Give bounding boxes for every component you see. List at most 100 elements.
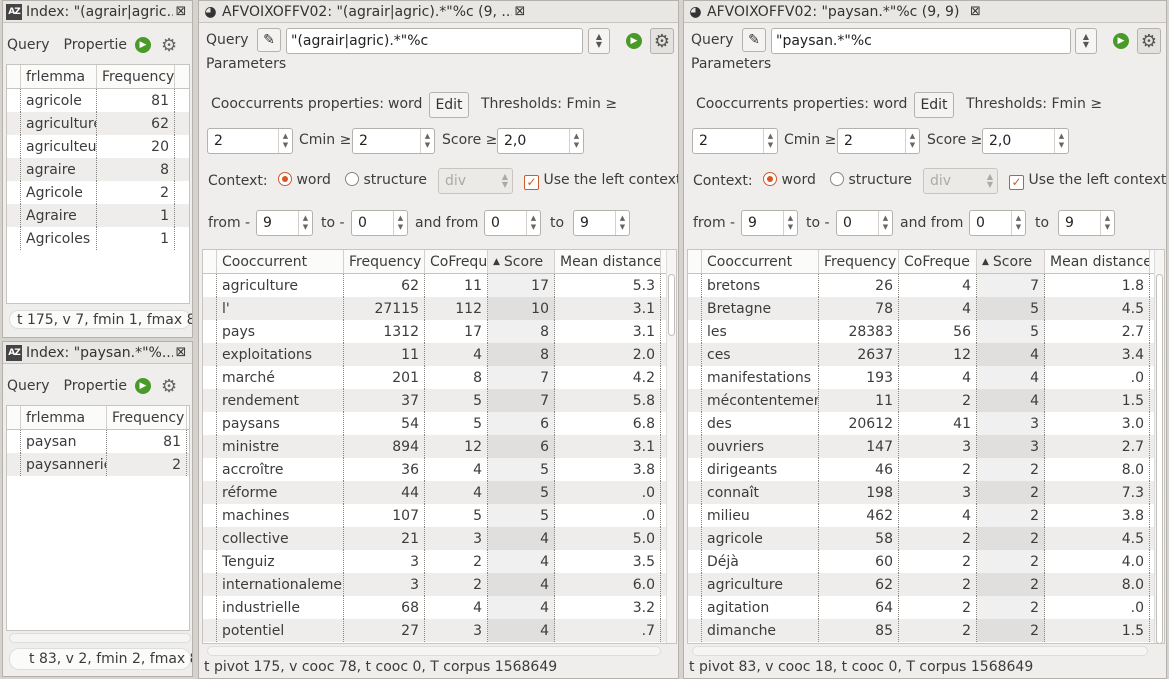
scrollbar-thumb[interactable] <box>668 274 675 336</box>
to-spinner[interactable]: 0 ▲ ▼ <box>836 210 893 236</box>
and-from-spinner[interactable]: 0 ▲ ▼ <box>484 210 541 236</box>
vertical-scrollbar[interactable] <box>1154 250 1164 643</box>
settings-gear-icon[interactable]: ⚙ <box>650 28 674 54</box>
run-play-icon[interactable]: ▶ <box>135 378 152 394</box>
column-header-cooccurrent[interactable]: Cooccurrent <box>702 250 819 273</box>
spinner-arrows[interactable]: ▲ ▼ <box>878 211 892 235</box>
table-row[interactable]: agriculture 62 <box>7 112 189 135</box>
table-row[interactable]: internationalement 3 2 4 6.0 <box>203 573 676 596</box>
spinner-arrows[interactable]: ▲ ▼ <box>278 129 292 153</box>
to2-spinner[interactable]: 9 ▲ ▼ <box>1058 210 1115 236</box>
spinner-arrows[interactable]: ▲ ▼ <box>1011 211 1025 235</box>
settings-gear-icon[interactable]: ⚙ <box>1137 28 1161 54</box>
table-row[interactable]: connaît 198 3 2 7.3 <box>688 481 1164 504</box>
gear-icon[interactable]: ⚙ <box>159 35 179 56</box>
table-row[interactable]: ministre 894 12 6 3.1 <box>203 435 676 458</box>
horizontal-scrollbar[interactable] <box>9 633 191 643</box>
structure-select[interactable]: div ▲ ▼ <box>923 168 998 194</box>
table-row[interactable]: Bretagne 78 4 5 4.5 <box>688 297 1164 320</box>
spinner-arrows[interactable]: ▲ ▼ <box>615 211 629 235</box>
cooc-tab-1[interactable]: ◕ AFVOIXOFFV02: "(agrair|agric).*"%c (9,… <box>199 1 678 23</box>
table-row[interactable]: paysannerie 2 <box>7 453 189 476</box>
table-row[interactable]: agricole 81 <box>7 89 189 112</box>
table-row[interactable]: exploitations 11 4 8 2.0 <box>203 343 676 366</box>
table-row[interactable]: des 20612 41 3 3.0 <box>688 412 1164 435</box>
query-input[interactable]: "(agrair|agric).*"%c <box>286 28 583 54</box>
run-play-icon[interactable]: ▶ <box>626 33 642 49</box>
table-row[interactable]: pays 1312 17 8 3.1 <box>203 320 676 343</box>
left-context-checkbox[interactable]: ✓ Use the left context <box>524 172 678 190</box>
column-header-frequency[interactable]: Frequency <box>344 250 425 273</box>
table-row[interactable]: Agraire 1 <box>7 204 189 227</box>
column-header-cooccurrent[interactable]: Cooccurrent <box>217 250 344 273</box>
run-play-icon[interactable]: ▶ <box>1113 33 1129 49</box>
table-row[interactable]: paysans 54 5 6 6.8 <box>203 412 676 435</box>
cooc-tab-2[interactable]: ◕ AFVOIXOFFV02: "paysan.*"%c (9, 9) ⊠ <box>684 1 1166 23</box>
cmin-spinner[interactable]: 2 ▲ ▼ <box>837 128 920 154</box>
context-structure-radio[interactable]: structure <box>345 172 427 188</box>
table-row[interactable]: agraire 8 <box>7 158 189 181</box>
close-icon[interactable]: ⊠ <box>173 4 189 19</box>
table-row[interactable]: mécontentement 11 2 4 1.5 <box>688 389 1164 412</box>
query-history-stepper[interactable]: ▲ ▼ <box>1075 28 1097 54</box>
table-row[interactable]: agriculture 62 2 2 8.0 <box>688 573 1164 596</box>
scrollbar-thumb[interactable] <box>1156 274 1163 643</box>
cmin-spinner[interactable]: 2 ▲ ▼ <box>352 128 435 154</box>
column-header-score[interactable]: ▲ Score <box>977 250 1045 273</box>
index-tab-1[interactable]: AZ Index: "(agrair|agric... ⊠ <box>3 1 192 23</box>
table-row[interactable]: Tenguiz 3 2 4 3.5 <box>203 550 676 573</box>
table-row[interactable]: agricole 58 2 2 4.5 <box>688 527 1164 550</box>
query-assist-wand-icon[interactable]: ✎ <box>742 28 766 52</box>
table-row[interactable]: paysan 81 <box>7 430 189 453</box>
table-row[interactable]: agriculteur 20 <box>7 135 189 158</box>
column-header-cofrequency[interactable]: CoFrequ <box>425 250 488 273</box>
table-row[interactable]: industrielle 68 4 4 3.2 <box>203 596 676 619</box>
column-header-cofrequency[interactable]: CoFreque <box>899 250 977 273</box>
query-history-stepper[interactable]: ▲ ▼ <box>588 28 610 54</box>
column-header[interactable]: Frequency <box>97 65 175 88</box>
column-header-mean-distance[interactable]: Mean distance <box>1045 250 1150 273</box>
context-structure-radio[interactable]: structure <box>830 172 912 188</box>
column-header-mean-distance[interactable]: Mean distance <box>555 250 661 273</box>
table-row[interactable]: manifestations 193 4 4.0 <box>688 366 1164 389</box>
column-header-frequency[interactable]: Frequency <box>819 250 899 273</box>
close-icon[interactable]: ⊠ <box>512 4 528 19</box>
column-header[interactable]: frlemma <box>21 65 97 88</box>
edit-button[interactable]: Edit <box>914 92 954 118</box>
spinner-arrows[interactable]: ▲ ▼ <box>783 211 797 235</box>
spinner-arrows[interactable]: ▲ ▼ <box>393 211 407 235</box>
edit-button[interactable]: Edit <box>429 92 469 118</box>
table-row[interactable]: Agricoles 1 <box>7 227 189 250</box>
table-row[interactable]: réforme 44 4 5.0 <box>203 481 676 504</box>
context-word-radio[interactable]: word <box>763 172 816 188</box>
to-spinner[interactable]: 0 ▲ ▼ <box>351 210 408 236</box>
index-tab-2[interactable]: AZ Index: "paysan.*"%... ⊠ <box>3 342 192 364</box>
score-spinner[interactable]: 2,0 ▲ ▼ <box>982 128 1069 154</box>
table-row[interactable]: Agricole 2 <box>7 181 189 204</box>
spinner-arrows[interactable]: ▲ ▼ <box>763 129 777 153</box>
context-word-radio[interactable]: word <box>278 172 331 188</box>
fmin-spinner[interactable]: 2 ▲ ▼ <box>692 128 778 154</box>
close-icon[interactable]: ⊠ <box>173 345 189 360</box>
gear-icon[interactable]: ⚙ <box>159 376 179 397</box>
spinner-arrows[interactable]: ▲ ▼ <box>526 211 540 235</box>
query-input[interactable]: "paysan.*"%c <box>771 28 1071 54</box>
from-spinner[interactable]: 9 ▲ ▼ <box>741 210 798 236</box>
table-row[interactable]: ouvriers 147 3 3 2.7 <box>688 435 1164 458</box>
run-play-icon[interactable]: ▶ <box>135 37 152 53</box>
spinner-arrows[interactable]: ▲ ▼ <box>569 129 583 153</box>
table-row[interactable]: rendement 37 5 7 5.8 <box>203 389 676 412</box>
spinner-arrows[interactable]: ▲ ▼ <box>1100 211 1114 235</box>
close-icon[interactable]: ⊠ <box>967 4 983 19</box>
table-row[interactable]: Déjà 60 2 2 4.0 <box>688 550 1164 573</box>
column-header[interactable]: Frequency <box>107 406 187 429</box>
table-row[interactable]: potentiel 27 3 4.7 <box>203 619 676 642</box>
and-from-spinner[interactable]: 0 ▲ ▼ <box>969 210 1026 236</box>
score-spinner[interactable]: 2,0 ▲ ▼ <box>497 128 584 154</box>
column-header-score[interactable]: ▲ Score <box>488 250 555 273</box>
table-row[interactable]: collective 21 3 4 5.0 <box>203 527 676 550</box>
column-header[interactable]: frlemma <box>21 406 107 429</box>
to2-spinner[interactable]: 9 ▲ ▼ <box>573 210 630 236</box>
horizontal-scrollbar[interactable] <box>692 646 1148 656</box>
horizontal-scrollbar[interactable] <box>207 646 661 656</box>
